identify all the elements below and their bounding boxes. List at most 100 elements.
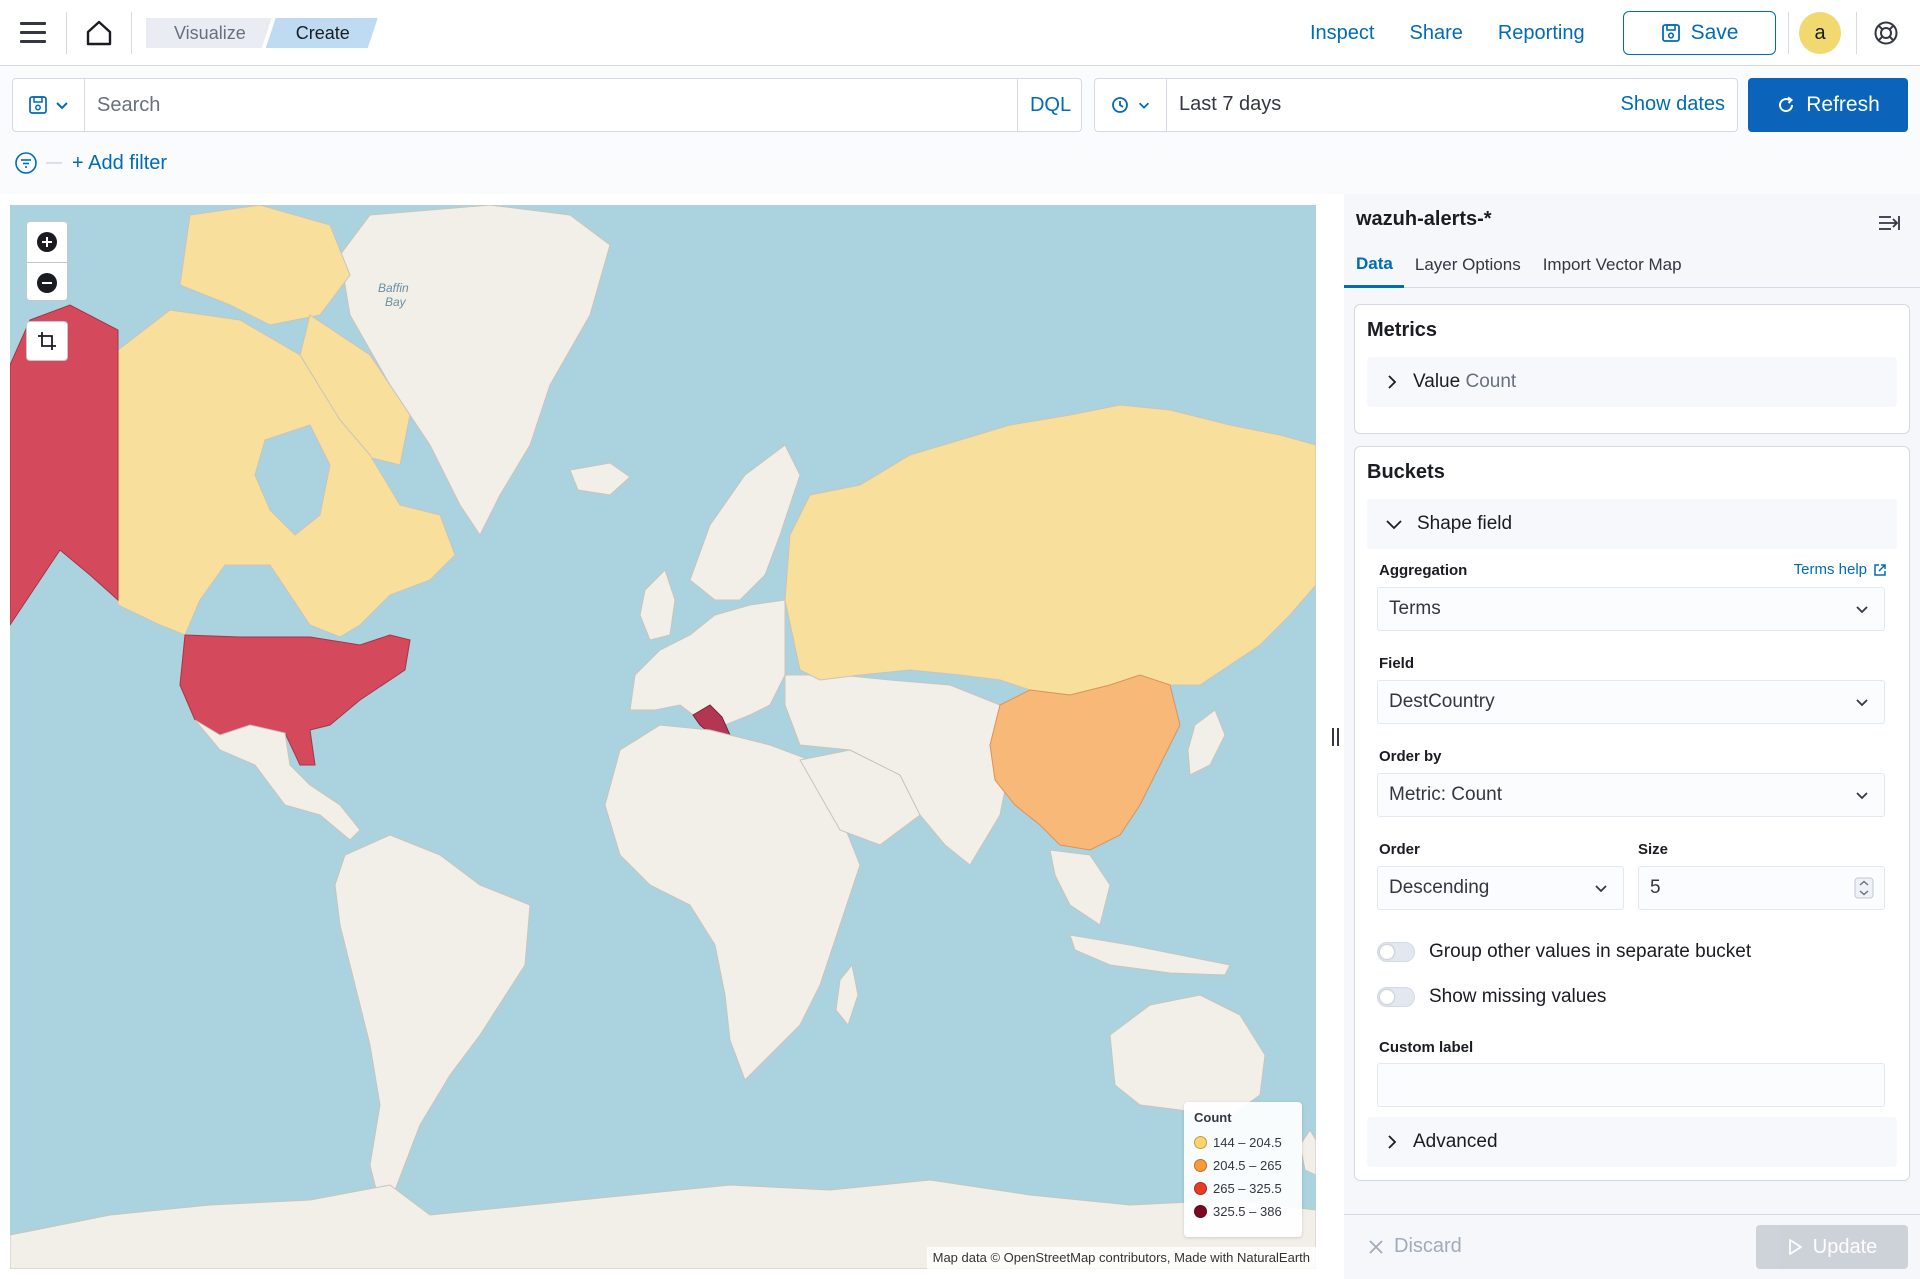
play-icon xyxy=(1788,1239,1802,1255)
save-icon xyxy=(1661,24,1680,42)
legend-label: 265 – 325.5 xyxy=(1213,1181,1282,1196)
sidebar-header: wazuh-alerts-* Data Layer Options Import… xyxy=(1344,194,1920,294)
query-bar: DQL Last 7 days Show dates Refresh — xyxy=(0,66,1920,194)
mexico-shape xyxy=(194,719,361,841)
breadcrumb: Visualize Create xyxy=(146,18,378,48)
chevron-right-icon xyxy=(1388,1135,1397,1149)
indonesia-shape xyxy=(1069,934,1231,976)
fit-bounds-button[interactable] xyxy=(26,321,68,361)
quick-date-menu[interactable] xyxy=(1095,79,1167,131)
aggregation-select[interactable]: Terms xyxy=(1377,587,1885,631)
order-by-label: Order by xyxy=(1379,748,1442,765)
save-button[interactable]: Save xyxy=(1623,11,1776,55)
crop-icon xyxy=(38,332,56,350)
south-america-shape xyxy=(334,834,531,1206)
chevron-right-icon xyxy=(1388,375,1397,389)
update-button[interactable]: Update xyxy=(1756,1225,1908,1269)
custom-label-input[interactable] xyxy=(1377,1063,1885,1107)
home-button[interactable] xyxy=(66,12,132,54)
order-select[interactable]: Descending xyxy=(1377,866,1624,910)
save-label: Save xyxy=(1690,21,1739,44)
madagascar-shape xyxy=(835,963,859,1027)
date-range-text[interactable]: Last 7 days xyxy=(1179,93,1281,116)
show-missing-toggle-row[interactable]: Show missing values xyxy=(1377,985,1606,1009)
metric-sublabel: Count xyxy=(1465,371,1517,392)
menu-icon[interactable] xyxy=(20,22,46,44)
plus-icon xyxy=(37,232,57,252)
order-value: Descending xyxy=(1389,877,1490,898)
update-label: Update xyxy=(1812,1235,1878,1258)
panel-resize-handle[interactable] xyxy=(1329,728,1341,746)
metric-label: Value xyxy=(1413,371,1461,392)
clock-icon xyxy=(1111,97,1128,113)
zoom-out-button[interactable] xyxy=(27,262,67,302)
map-canvas[interactable]: Baffin Bay xyxy=(10,205,1316,1269)
date-picker: Last 7 days Show dates xyxy=(1094,78,1738,132)
editor-tabs: Data Layer Options Import Vector Map xyxy=(1344,242,1920,288)
avatar[interactable]: a xyxy=(1799,12,1841,54)
russia-shape xyxy=(784,404,1316,696)
search-input[interactable] xyxy=(85,79,1013,131)
chevron-down-icon xyxy=(1595,885,1607,893)
refresh-icon xyxy=(1779,96,1794,113)
chevron-down-icon xyxy=(1386,520,1402,530)
tab-layer-options[interactable]: Layer Options xyxy=(1404,242,1532,288)
bucket-accordion-shape-field[interactable]: Shape field xyxy=(1367,499,1897,549)
share-link[interactable]: Share xyxy=(1409,22,1462,45)
discard-button[interactable]: Discard xyxy=(1368,1235,1462,1258)
filter-menu-icon[interactable] xyxy=(14,151,38,175)
field-select[interactable]: DestCountry xyxy=(1377,680,1885,724)
zoom-controls xyxy=(26,221,68,301)
group-other-toggle[interactable] xyxy=(1377,942,1415,962)
region-map[interactable]: Baffin Bay Count 144 – 204.5 204.5 – 265… xyxy=(10,205,1316,1269)
filter-divider: — xyxy=(46,154,62,171)
query-language-button[interactable]: DQL xyxy=(1017,79,1083,131)
chevron-down-icon xyxy=(1856,792,1868,800)
southeast-asia-shape xyxy=(1049,849,1111,926)
collapse-sidebar-icon[interactable] xyxy=(1878,214,1900,232)
minus-icon xyxy=(37,272,57,293)
reporting-link[interactable]: Reporting xyxy=(1498,22,1585,45)
legend-item: 144 – 204.5 xyxy=(1194,1131,1292,1154)
editor-bottom-bar: Discard Update xyxy=(1344,1214,1920,1279)
arctic-islands-shape xyxy=(179,205,351,326)
legend-swatch xyxy=(1194,1182,1207,1195)
size-input[interactable]: 5 xyxy=(1638,866,1885,910)
terms-help-link[interactable]: Terms help xyxy=(1794,561,1887,578)
scandinavia-shape xyxy=(689,444,801,601)
legend-swatch xyxy=(1194,1205,1207,1218)
advanced-accordion[interactable]: Advanced xyxy=(1367,1117,1897,1167)
group-other-label: Group other values in separate bucket xyxy=(1429,941,1752,962)
tab-import-vector-map[interactable]: Import Vector Map xyxy=(1532,242,1693,288)
bucket-label: Shape field xyxy=(1417,513,1513,534)
metrics-panel: Metrics Value Count xyxy=(1354,304,1910,434)
advanced-label: Advanced xyxy=(1413,1131,1498,1152)
china-shape xyxy=(989,674,1181,851)
saved-query-button[interactable] xyxy=(13,79,85,131)
chevron-down-icon xyxy=(1138,102,1149,109)
help-icon[interactable] xyxy=(1873,20,1899,46)
legend-label: 325.5 – 386 xyxy=(1213,1204,1282,1219)
inspect-link[interactable]: Inspect xyxy=(1310,22,1374,45)
aggregation-value: Terms xyxy=(1389,598,1441,619)
map-legend: Count 144 – 204.5 204.5 – 265 265 – 325.… xyxy=(1184,1102,1302,1237)
add-filter-button[interactable]: + Add filter xyxy=(72,152,167,175)
breadcrumb-create: Create xyxy=(266,18,378,48)
custom-label-label: Custom label xyxy=(1379,1039,1474,1056)
group-other-toggle-row[interactable]: Group other values in separate bucket xyxy=(1377,940,1751,964)
zoom-in-button[interactable] xyxy=(27,222,67,262)
home-icon xyxy=(86,20,112,46)
refresh-button[interactable]: Refresh xyxy=(1748,78,1908,132)
legend-swatch xyxy=(1194,1136,1207,1149)
order-by-select[interactable]: Metric: Count xyxy=(1377,773,1885,817)
save-icon xyxy=(28,96,47,114)
chevron-down-icon xyxy=(1856,606,1868,614)
metric-accordion-value[interactable]: Value Count xyxy=(1367,357,1897,407)
metrics-title: Metrics xyxy=(1367,319,1438,341)
breadcrumb-visualize[interactable]: Visualize xyxy=(146,18,272,48)
tab-data[interactable]: Data xyxy=(1344,242,1404,288)
map-attribution: Map data © OpenStreetMap contributors, M… xyxy=(926,1247,1316,1269)
stepper-icon[interactable] xyxy=(1854,877,1874,899)
show-dates-link[interactable]: Show dates xyxy=(1620,93,1725,116)
show-missing-toggle[interactable] xyxy=(1377,987,1415,1007)
